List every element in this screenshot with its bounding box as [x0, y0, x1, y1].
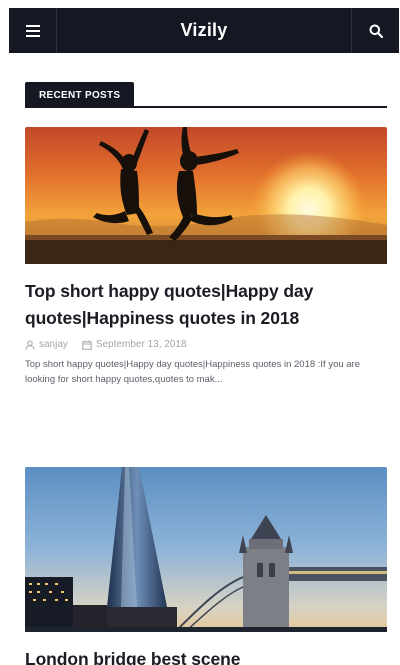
calendar-icon: [82, 340, 92, 350]
recent-posts-section-header: RECENT POSTS: [25, 82, 387, 108]
post-title[interactable]: Top short happy quotes|Happy day quotes|…: [25, 278, 387, 332]
london-bridge-image: [25, 467, 387, 633]
user-icon: [25, 340, 35, 350]
post-thumbnail-image[interactable]: [25, 127, 387, 269]
post-meta: sanjay September 13, 2018: [25, 339, 387, 350]
post-excerpt: Top short happy quotes|Happy day quotes|…: [25, 359, 361, 385]
site-logo[interactable]: Vizily: [181, 20, 228, 41]
section-title: RECENT POSTS: [25, 82, 135, 108]
post-title[interactable]: London bridge best scene: [25, 646, 387, 665]
hamburger-menu-icon: [25, 24, 40, 37]
search-icon: [369, 24, 383, 38]
search-button[interactable]: [351, 8, 399, 53]
post-thumbnail-image[interactable]: [25, 467, 387, 637]
post-date-text: September 13, 2018: [95, 339, 187, 350]
post-card[interactable]: Top short happy quotes|Happy day quotes|…: [25, 127, 387, 387]
post-card[interactable]: London bridge best scene: [25, 467, 387, 665]
top-navigation-bar: Vizily: [9, 8, 399, 53]
menu-button[interactable]: [9, 8, 57, 53]
post-author[interactable]: sanjay: [25, 339, 68, 350]
post-author-name: sanjay: [39, 339, 68, 350]
sunset-beach-jump-image: [25, 127, 387, 267]
post-date: September 13, 2018: [82, 339, 187, 350]
